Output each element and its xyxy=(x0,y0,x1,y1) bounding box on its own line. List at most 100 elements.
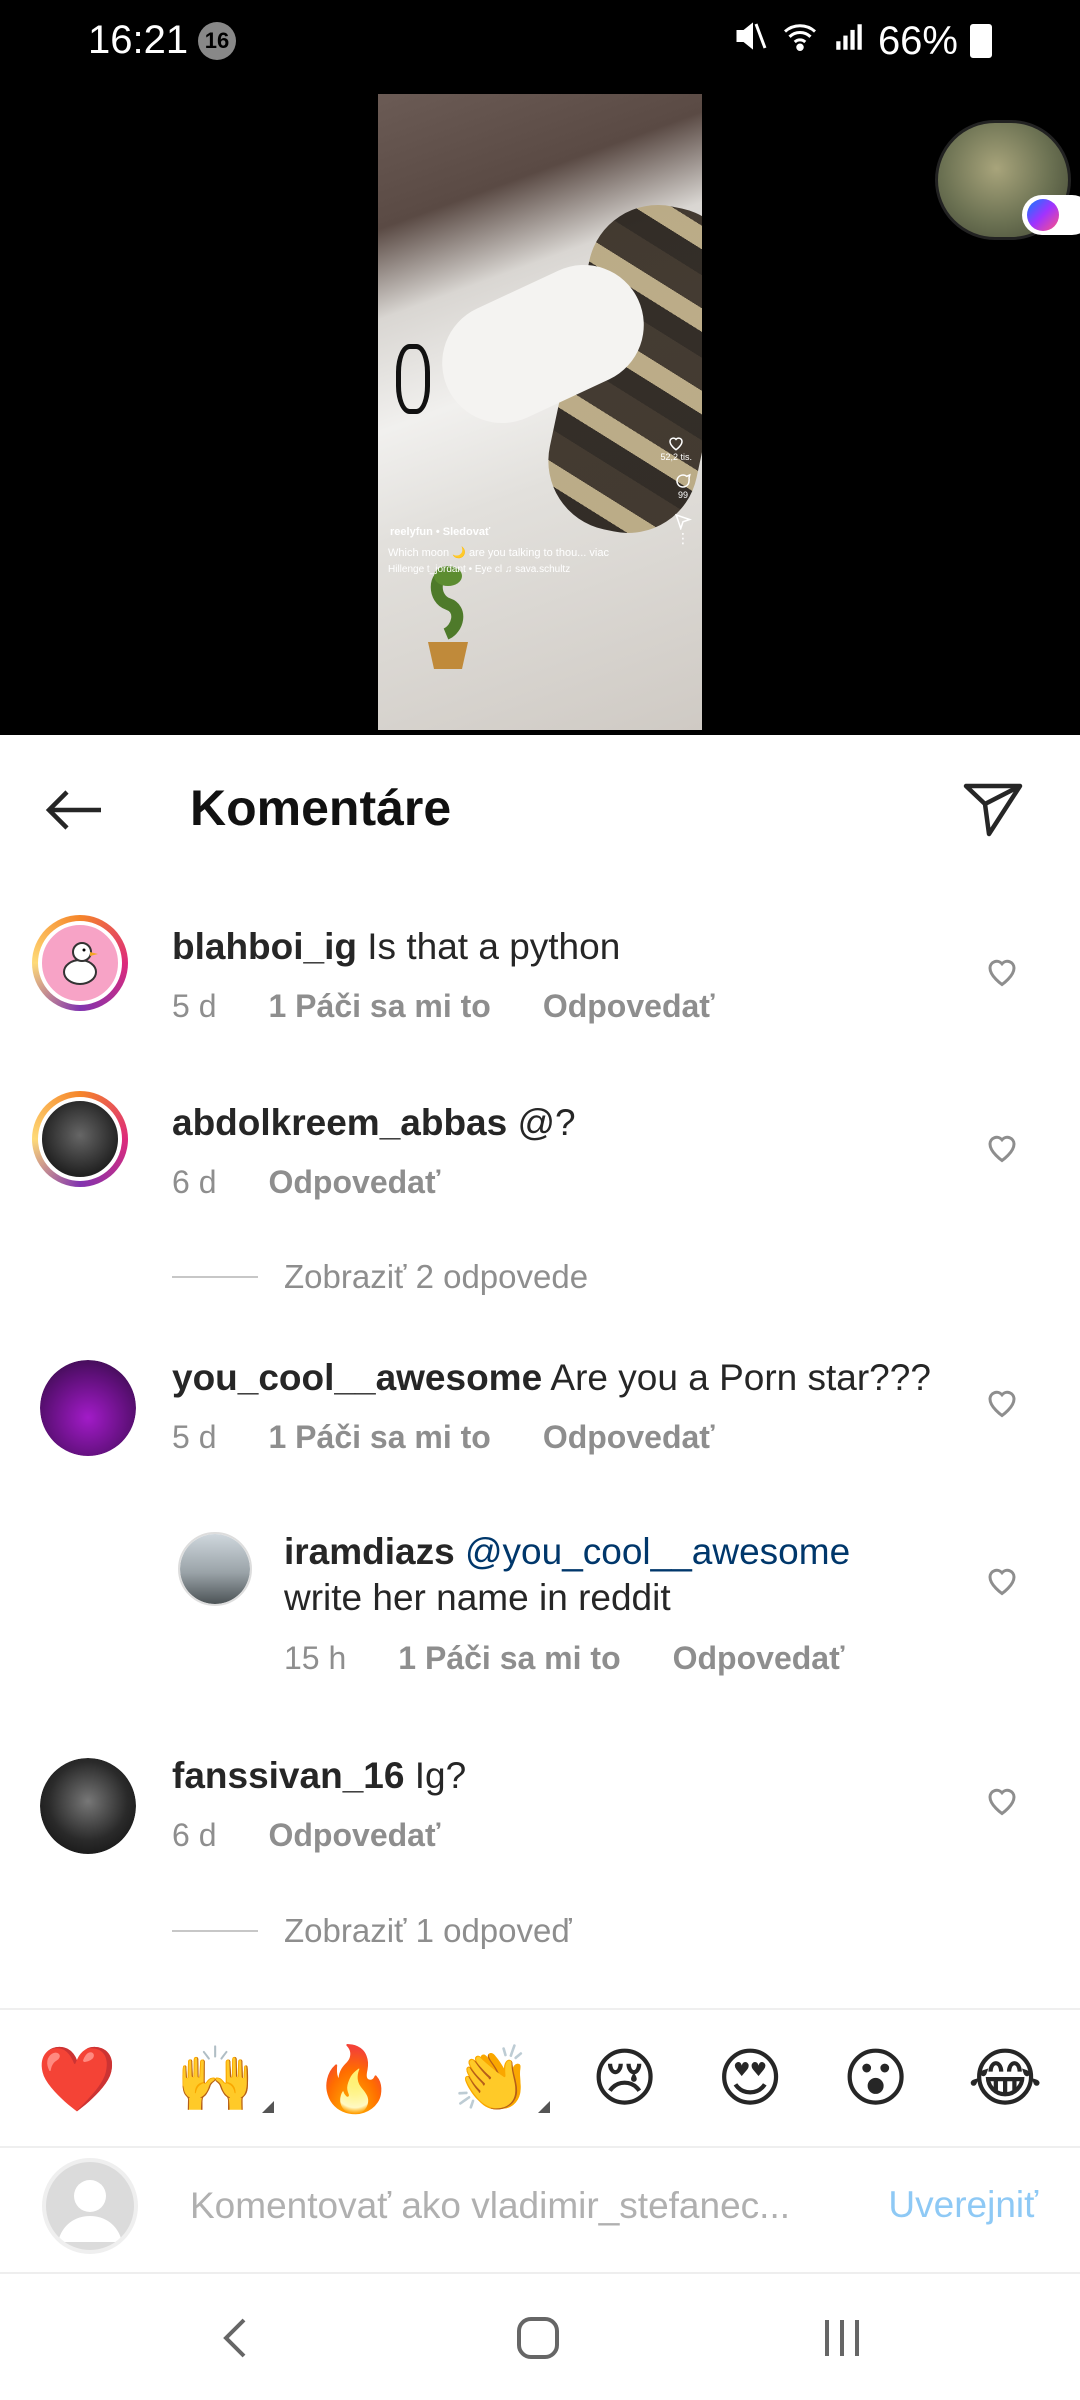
post-button[interactable]: Uverejniť xyxy=(888,2184,1038,2226)
arrow-left-icon xyxy=(45,790,101,830)
system-recents-button[interactable] xyxy=(812,2308,872,2368)
default-user-icon xyxy=(58,2180,122,2242)
battery-percent: 66% xyxy=(877,18,958,63)
reply-button[interactable]: Odpovedať xyxy=(543,988,715,1025)
comment-text: Is that a python xyxy=(367,926,621,967)
emoji-fire[interactable]: 🔥 xyxy=(314,2042,394,2117)
avatar-image xyxy=(38,1097,122,1181)
avatar-image xyxy=(180,1534,250,1604)
emoji-heart[interactable]: ❤️ xyxy=(37,2042,117,2117)
comment-body: you_cool__awesome Are you a Porn star??? xyxy=(172,1355,931,1401)
comment-time: 5 d xyxy=(172,1419,217,1455)
comment-likes[interactable]: 1 Páči sa mi to xyxy=(268,988,490,1025)
comment-likes[interactable]: 1 Páči sa mi to xyxy=(268,1419,490,1456)
like-heart-icon[interactable] xyxy=(984,1782,1020,1818)
avatar[interactable] xyxy=(32,1091,128,1187)
system-home-button[interactable] xyxy=(508,2308,568,2368)
like-heart-icon[interactable] xyxy=(984,1384,1020,1420)
comment-time: 5 d xyxy=(172,988,217,1024)
video-heart-icon xyxy=(669,437,683,451)
comment-time: 6 d xyxy=(172,1164,217,1200)
reply-mention[interactable]: @you_cool__awesome xyxy=(465,1531,850,1572)
avatar[interactable] xyxy=(32,915,128,1011)
duck-icon xyxy=(63,942,98,985)
chat-head-bubble[interactable] xyxy=(935,120,1080,240)
comment-item: fanssivan_16 Ig? 6 d Odpovedať xyxy=(0,1744,1080,1884)
page-title: Komentáre xyxy=(190,780,452,836)
duck-avatar-image xyxy=(38,921,122,1005)
comment-username[interactable]: blahboi_ig xyxy=(172,926,357,967)
video-share-icon xyxy=(675,513,692,530)
view-replies-label: Zobraziť 2 odpovede xyxy=(284,1258,589,1295)
chevron-left-icon xyxy=(223,2318,246,2358)
video-share-group[interactable]: ⋮ xyxy=(674,512,692,547)
view-replies-button[interactable]: Zobraziť 2 odpovede xyxy=(172,1258,588,1296)
comment-composer: Uverejniť xyxy=(0,2148,1080,2272)
reply-button[interactable]: Odpovedať xyxy=(268,1817,440,1854)
reply-button[interactable]: Odpovedať xyxy=(543,1419,715,1456)
emoji-clapping-glyph: 👏 xyxy=(452,2042,533,2117)
share-button[interactable] xyxy=(958,775,1028,845)
paper-plane-icon xyxy=(963,783,1023,837)
emoji-laughing[interactable]: 😂 xyxy=(968,2042,1043,2116)
video-comment-group[interactable]: 99 xyxy=(674,472,692,500)
like-heart-icon[interactable] xyxy=(984,1129,1020,1165)
comment-item: blahboi_ig Is that a python 5 d 1 Páči s… xyxy=(0,915,1080,1055)
recents-icon xyxy=(825,2320,859,2356)
video-comments-count: 99 xyxy=(677,490,688,500)
comment-meta: 5 d 1 Páči sa mi to Odpovedať xyxy=(172,1419,715,1456)
reel-video[interactable]: 52,2 tis. 99 ⋮ reelyfun • Sledovať Which… xyxy=(378,94,702,730)
avatar-image xyxy=(40,1360,136,1456)
comment-username[interactable]: you_cool__awesome xyxy=(172,1357,542,1398)
comment-meta: 6 d Odpovedať xyxy=(172,1817,440,1854)
video-more-icon[interactable]: ⋮ xyxy=(676,530,690,547)
emoji-crying[interactable]: 😢 xyxy=(591,2042,658,2116)
video-wristband xyxy=(396,344,430,414)
view-replies-line xyxy=(172,1276,258,1278)
emoji-clapping[interactable]: 👏 xyxy=(452,2042,551,2117)
messenger-badge xyxy=(1022,195,1080,235)
my-avatar xyxy=(42,2158,138,2254)
skin-tone-indicator xyxy=(261,2100,274,2113)
like-heart-icon[interactable] xyxy=(984,953,1020,989)
status-indicators: 66% xyxy=(732,18,992,64)
comment-username[interactable]: fanssivan_16 xyxy=(172,1755,404,1796)
status-bar: 16:21 16 66% xyxy=(0,0,1080,80)
comment-body: fanssivan_16 Ig? xyxy=(172,1753,466,1799)
comment-text: @? xyxy=(517,1102,576,1143)
system-back-button[interactable] xyxy=(205,2308,265,2368)
emoji-raising-hands[interactable]: 🙌 xyxy=(175,2042,274,2117)
avatar[interactable] xyxy=(178,1532,252,1606)
back-button[interactable] xyxy=(38,775,108,845)
mute-icon xyxy=(732,18,768,64)
wifi-icon xyxy=(780,18,820,64)
reply-body: iramdiazs @you_cool__awesome write her n… xyxy=(284,1529,904,1621)
signal-icon xyxy=(832,19,866,64)
emoji-heart-eyes[interactable]: 😍 xyxy=(717,2042,784,2116)
emoji-raising-hands-glyph: 🙌 xyxy=(175,2042,256,2117)
reply-item: iramdiazs @you_cool__awesome write her n… xyxy=(0,1522,1080,1702)
view-replies-button[interactable]: Zobraziť 1 odpoveď xyxy=(172,1912,572,1950)
reply-username[interactable]: iramdiazs xyxy=(284,1531,455,1572)
skin-tone-indicator xyxy=(538,2100,551,2113)
reply-text: write her name in reddit xyxy=(284,1577,671,1618)
like-heart-icon[interactable] xyxy=(984,1562,1020,1598)
comment-username[interactable]: abdolkreem_abbas xyxy=(172,1102,507,1143)
emoji-quick-bar: ❤️ 🙌 🔥 👏 😢 😍 😮 😂 xyxy=(0,2010,1080,2148)
battery-icon xyxy=(970,24,992,58)
video-account[interactable]: reelyfun • Sledovať xyxy=(390,526,490,538)
reply-button[interactable]: Odpovedať xyxy=(268,1164,440,1201)
avatar[interactable] xyxy=(40,1360,136,1456)
avatar[interactable] xyxy=(40,1758,136,1854)
avatar-image xyxy=(40,1758,136,1854)
video-like-group[interactable]: 52,2 tis. xyxy=(660,434,692,462)
comment-text: Are you a Porn star??? xyxy=(550,1357,931,1398)
video-caption: Which moon 🌙 are you talking to thou... … xyxy=(388,547,609,559)
emoji-surprised[interactable]: 😮 xyxy=(842,2042,909,2116)
reply-time: 15 h xyxy=(284,1640,347,1676)
comment-input[interactable] xyxy=(190,2178,850,2234)
reply-likes[interactable]: 1 Páči sa mi to xyxy=(398,1640,620,1677)
video-comment-icon xyxy=(676,473,691,488)
video-likes-count: 52,2 tis. xyxy=(660,452,692,462)
reply-button[interactable]: Odpovedať xyxy=(673,1640,845,1677)
